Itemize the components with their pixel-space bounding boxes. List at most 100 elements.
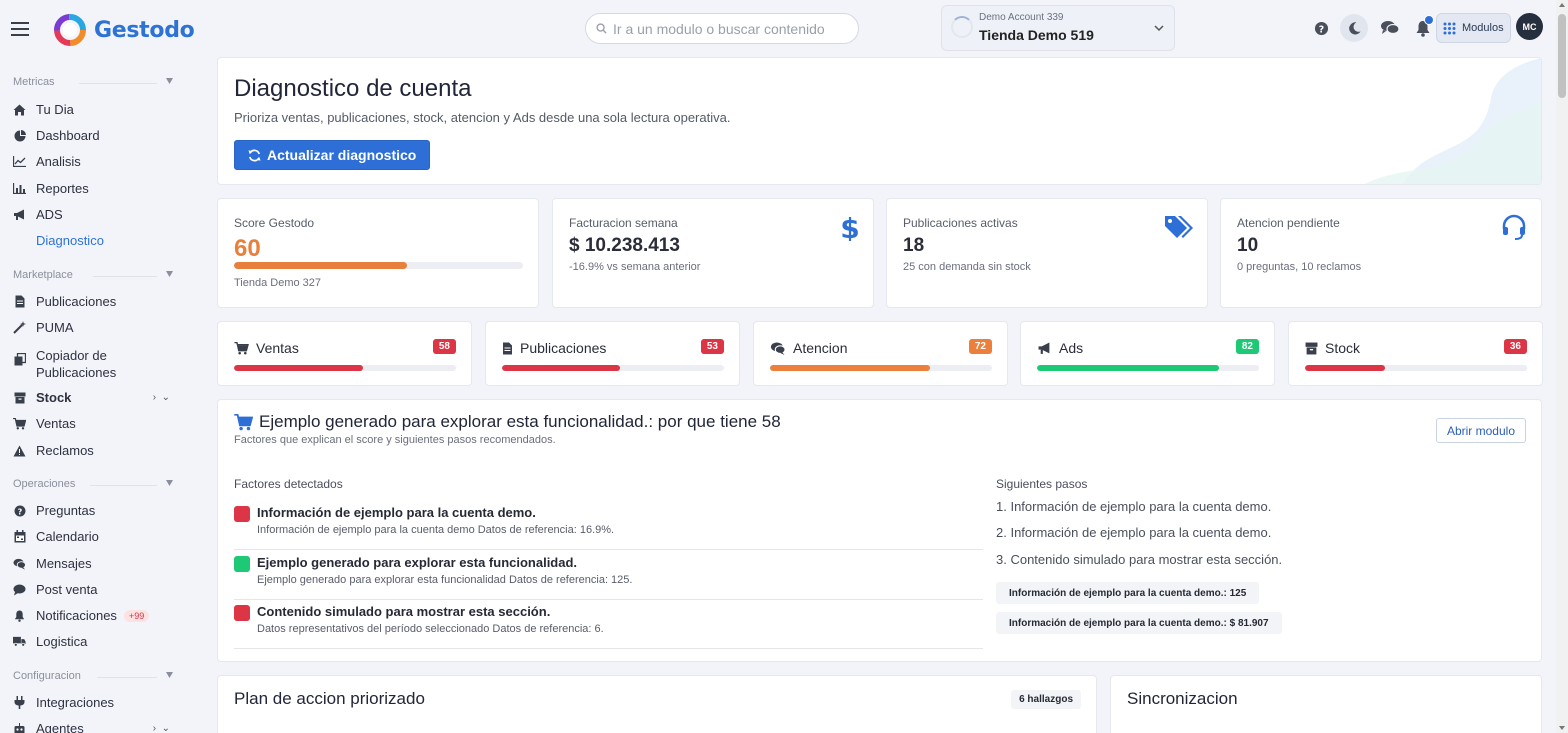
module-progress-fill xyxy=(502,365,620,371)
score-store: Tienda Demo 327 xyxy=(234,277,322,289)
scrollbar-thumb[interactable] xyxy=(1558,14,1566,98)
module-card-publicaciones[interactable]: Publicaciones 53 xyxy=(485,321,740,386)
reference-chip: Información de ejemplo para la cuenta de… xyxy=(996,582,1260,604)
copiador-label-line1: Copiador de xyxy=(36,348,107,363)
module-name: Ads xyxy=(1059,340,1084,356)
module-progress-bar xyxy=(1305,365,1527,371)
app-name: Gestodo xyxy=(94,17,195,43)
module-progress-bar xyxy=(1037,365,1259,371)
action-plan-card: Plan de accion priorizado 6 hallazgos xyxy=(217,675,1097,733)
sidebar-item-ads[interactable]: ADS xyxy=(13,207,181,222)
detail-title: Ejemplo generado para explorar esta func… xyxy=(259,412,781,431)
search-input[interactable] xyxy=(613,20,843,37)
score-label: Score Gestodo xyxy=(234,216,315,230)
sidebar-item-diagnostico[interactable]: Diagnostico xyxy=(13,233,181,248)
sidebar-item-dashboard[interactable]: Dashboard xyxy=(13,128,181,143)
sidebar-item-post-venta[interactable]: Post venta xyxy=(13,582,181,597)
sidebar-item-preguntas[interactable]: ? Preguntas xyxy=(13,503,181,518)
sidebar-item-notificaciones[interactable]: Notificaciones +99 xyxy=(13,608,181,623)
sidebar-item-copiador[interactable]: Copiador de Publicaciones xyxy=(13,347,181,381)
module-name: Atencion xyxy=(793,340,848,356)
sync-card: Sincronizacion xyxy=(1110,675,1542,733)
section-title-metricas[interactable]: Metricas xyxy=(13,76,175,88)
chat-icon[interactable] xyxy=(1379,17,1401,39)
module-progress-bar xyxy=(770,365,992,371)
collapse-triangle-icon xyxy=(166,271,173,277)
expand-chevron-icon[interactable]: › ⌄ xyxy=(153,392,170,403)
account-label: Demo Account 339 xyxy=(979,12,1064,23)
expand-chevron-icon[interactable]: › ⌄ xyxy=(153,723,170,733)
sidebar-item-reclamos[interactable]: Reclamos xyxy=(13,443,181,458)
svg-text:$: $ xyxy=(840,213,859,241)
dark-mode-toggle[interactable] xyxy=(1340,14,1368,42)
sidebar-item-analisis[interactable]: Analisis xyxy=(13,154,181,169)
top-bar: Gestodo Demo Account 339 Tienda Demo 519… xyxy=(0,0,1556,57)
sidebar-item-mensajes[interactable]: Mensajes xyxy=(13,556,181,571)
sidebar-item-integraciones[interactable]: Integraciones xyxy=(13,695,181,710)
scroll-down-arrow-icon[interactable] xyxy=(1559,726,1565,730)
update-diagnostic-button[interactable]: Actualizar diagnostico xyxy=(234,140,431,170)
collapse-triangle-icon xyxy=(166,672,173,678)
factor-status-indicator xyxy=(234,506,250,522)
module-card-ventas[interactable]: Ventas 58 xyxy=(217,321,472,386)
module-card-stock[interactable]: Stock 36 xyxy=(1288,321,1543,386)
cart-icon xyxy=(13,417,26,430)
page-scrollbar[interactable] xyxy=(1556,0,1568,733)
collapse-triangle-icon xyxy=(166,78,173,84)
sidebar-item-reportes[interactable]: Reportes xyxy=(13,181,181,196)
scroll-up-arrow-icon[interactable] xyxy=(1559,3,1565,7)
module-progress-bar xyxy=(234,365,456,371)
module-card-ads[interactable]: Ads 82 xyxy=(1020,321,1275,386)
reference-chip: Información de ejemplo para la cuenta de… xyxy=(996,612,1282,634)
line-chart-icon xyxy=(13,155,26,168)
hamburger-menu-icon[interactable] xyxy=(11,21,31,37)
comments-icon xyxy=(13,557,26,570)
copy-icon xyxy=(13,353,26,366)
action-plan-title: Plan de accion priorizado xyxy=(234,689,425,708)
factor-row: Contenido simulado para mostrar esta sec… xyxy=(234,599,983,649)
modules-button[interactable]: Modulos xyxy=(1436,13,1511,43)
section-title-operaciones[interactable]: Operaciones xyxy=(13,478,175,490)
kpi-card-listings: Publicaciones activas 18 25 con demanda … xyxy=(886,198,1208,308)
module-card-atencion[interactable]: Atencion 72 xyxy=(753,321,1008,386)
sidebar-item-publicaciones[interactable]: Publicaciones xyxy=(13,294,181,309)
magic-wand-icon xyxy=(13,321,26,334)
page-title: Diagnostico de cuenta xyxy=(234,75,472,102)
open-module-button[interactable]: Abrir modulo xyxy=(1435,418,1526,443)
notifications-count-badge: +99 xyxy=(123,609,150,622)
question-circle-icon: ? xyxy=(13,504,26,517)
app-logo[interactable]: Gestodo xyxy=(54,14,195,46)
sidebar-item-puma[interactable]: PUMA xyxy=(13,320,181,335)
account-selector[interactable]: Demo Account 339 Tienda Demo 519 xyxy=(941,5,1175,51)
attention-label: Atencion pendiente xyxy=(1237,216,1340,230)
headset-icon xyxy=(1502,214,1526,240)
factor-row: Ejemplo generado para explorar esta func… xyxy=(234,550,983,600)
refresh-icon xyxy=(248,149,261,161)
page-subtitle: Prioriza ventas, publicaciones, stock, a… xyxy=(234,110,731,125)
help-icon[interactable]: ? xyxy=(1310,17,1332,39)
sidebar-item-calendario[interactable]: Calendario xyxy=(13,529,181,544)
score-progress-bar xyxy=(234,262,523,269)
svg-text:?: ? xyxy=(17,507,22,516)
section-title-configuracion[interactable]: Configuracion xyxy=(13,670,175,682)
sidebar-item-tu-dia[interactable]: Tu Dia xyxy=(13,102,181,117)
store-name: Tienda Demo 519 xyxy=(979,27,1094,43)
sidebar-item-ventas[interactable]: Ventas xyxy=(13,416,181,431)
notification-dot xyxy=(1424,15,1434,25)
factors-title: Factores detectados xyxy=(234,477,343,491)
comment-icon xyxy=(13,583,26,596)
sidebar-item-stock[interactable]: Stock › ⌄ xyxy=(13,390,181,405)
calendar-icon xyxy=(13,530,26,543)
section-title-marketplace[interactable]: Marketplace xyxy=(13,269,175,281)
collapse-triangle-icon xyxy=(166,480,173,486)
loading-spinner-icon xyxy=(951,16,973,38)
search-box[interactable] xyxy=(585,13,859,44)
detail-subtitle: Factores que explican el score y siguien… xyxy=(234,434,556,446)
megaphone-icon xyxy=(13,208,26,221)
user-avatar[interactable]: MC xyxy=(1516,13,1543,40)
factor-status-indicator xyxy=(234,556,250,572)
modules-label: Modulos xyxy=(1462,22,1504,34)
sidebar-item-agentes[interactable]: Agentes › ⌄ xyxy=(13,721,181,733)
factor-row: Información de ejemplo para la cuenta de… xyxy=(234,500,983,550)
sidebar-item-logistica[interactable]: Logistica xyxy=(13,634,181,649)
